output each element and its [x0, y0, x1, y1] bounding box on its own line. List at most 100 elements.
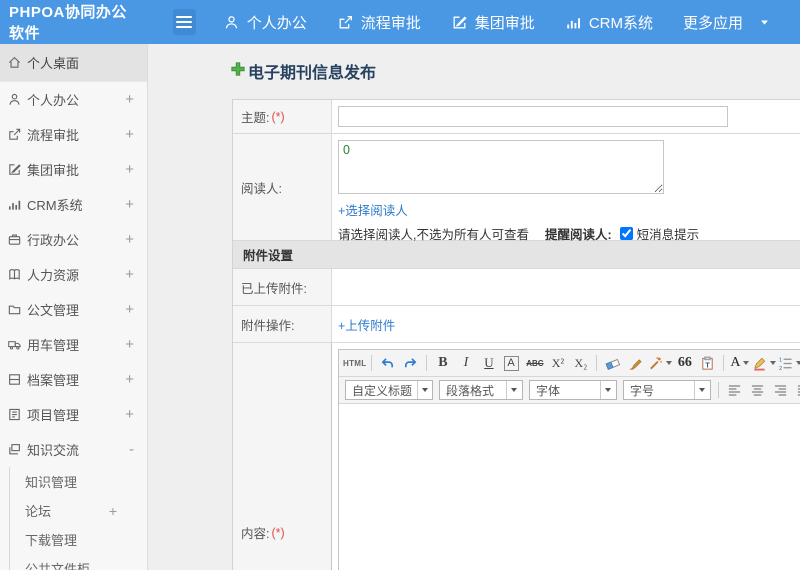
ordered-list-button[interactable]: 12 — [778, 353, 800, 374]
quick-format-button[interactable] — [648, 353, 673, 374]
sidebar-item[interactable]: 个人办公 + — [0, 82, 147, 117]
fontsize-select[interactable]: 字号 — [623, 380, 711, 400]
expand-plus-icon[interactable]: + — [125, 126, 134, 143]
sidebar-item-label: 集团审批 — [27, 163, 80, 178]
sidebar-item[interactable]: 流程审批 + — [0, 117, 147, 152]
sidebar-subitem[interactable]: 论坛 + — [9, 496, 147, 525]
font-color-button[interactable]: A — [729, 353, 750, 374]
top-nav-item[interactable]: 集团审批 — [451, 12, 535, 33]
sidebar-item[interactable]: 项目管理 + — [0, 397, 147, 432]
expand-plus-icon[interactable]: + — [125, 336, 134, 353]
sidebar-subitem[interactable]: 公共文件柜 — [9, 554, 147, 570]
top-nav-item[interactable]: CRM系统 — [565, 12, 653, 33]
eraser-button[interactable] — [602, 353, 623, 374]
svg-text:2: 2 — [779, 366, 782, 371]
top-nav-item[interactable]: 个人办公 — [223, 12, 307, 33]
editor-toolbar-row1: HTML B I U A ABC X² X₂ 66 T A 1 2 — [339, 350, 800, 377]
reader-label: 阅读人: — [241, 181, 282, 196]
strikethrough-button[interactable]: ABC — [524, 353, 545, 374]
toolbar-separator — [718, 382, 719, 398]
bar-chart-icon — [7, 197, 23, 213]
sidebar-item[interactable]: 集团审批 + — [0, 152, 147, 187]
edit-square-icon — [451, 14, 468, 31]
underline-button[interactable]: U — [478, 353, 499, 374]
paste-plain-button[interactable]: T — [697, 353, 718, 374]
expand-plus-icon[interactable]: + — [125, 301, 134, 318]
required-mark: (*) — [271, 109, 285, 124]
board-icon — [7, 407, 23, 423]
align-right-button[interactable] — [770, 380, 791, 401]
top-nav-item[interactable]: 流程审批 — [337, 12, 421, 33]
sidebar-item[interactable]: 知识交流 - — [0, 432, 147, 467]
expand-plus-icon[interactable]: + — [125, 371, 134, 388]
upload-attachment-link[interactable]: +上传附件 — [338, 315, 395, 334]
expand-plus-icon[interactable]: + — [125, 91, 134, 108]
button-glyph: A — [504, 355, 520, 371]
menu-toggle-button[interactable] — [172, 9, 196, 35]
sidebar-subitem[interactable]: 知识管理 — [9, 467, 147, 496]
share-icon — [7, 127, 23, 143]
svg-text:1: 1 — [779, 357, 782, 363]
sidebar-item[interactable]: 个人桌面 — [0, 44, 147, 82]
caret-down-icon — [417, 381, 430, 399]
format-brush-button[interactable] — [625, 353, 646, 374]
reader-textarea[interactable]: 0 — [338, 140, 664, 194]
sms-remind-checkbox[interactable] — [619, 227, 633, 240]
collapse-minus-icon[interactable]: - — [129, 441, 134, 458]
button-glyph: ABC — [526, 358, 544, 368]
sidebar-item-label: 论坛 — [25, 504, 52, 519]
sidebar-subitem[interactable]: 下载管理 — [9, 525, 147, 554]
toolbar-separator — [596, 355, 598, 371]
paragraph-select[interactable]: 段落格式 — [439, 380, 523, 400]
attachment-section-header: 附件设置 — [233, 241, 800, 269]
sidebar-item[interactable]: 人力资源 + — [0, 257, 147, 292]
user-icon — [7, 92, 23, 108]
justify-button[interactable] — [793, 380, 800, 401]
sidebar-item[interactable]: CRM系统 + — [0, 187, 147, 222]
sidebar-item-label: 个人办公 — [27, 93, 80, 108]
editor-content-area[interactable] — [339, 404, 800, 570]
sidebar-item[interactable]: 公文管理 + — [0, 292, 147, 327]
edit-square-icon — [7, 162, 23, 178]
select-reader-link[interactable]: +选择阅读人 — [338, 200, 408, 219]
top-nav: 个人办公 流程审批 集团审批 CRM系统 更多应用 — [223, 12, 800, 33]
sidebar-item-label: 下载管理 — [25, 533, 78, 548]
italic-button[interactable]: I — [455, 353, 476, 374]
reader-hint: 请选择阅读人,不选为所有人可查看 — [338, 228, 529, 242]
required-mark: (*) — [271, 525, 285, 540]
expand-plus-icon[interactable]: + — [109, 503, 117, 519]
expand-plus-icon[interactable]: + — [125, 406, 134, 423]
home-icon — [7, 55, 23, 71]
blockquote-button[interactable]: 66 — [674, 353, 695, 374]
highlight-color-button[interactable] — [752, 353, 777, 374]
caret-down-icon — [770, 361, 777, 365]
top-nav-item[interactable]: 更多应用 — [683, 12, 770, 33]
sidebar-item[interactable]: 用车管理 + — [0, 327, 147, 362]
select-value: 段落格式 — [446, 383, 495, 398]
superscript-button[interactable]: X² — [547, 353, 568, 374]
sidebar-item[interactable]: 档案管理 + — [0, 362, 147, 397]
briefcase-icon — [7, 232, 23, 248]
bold-button[interactable]: B — [432, 353, 453, 374]
undo-button[interactable] — [377, 353, 398, 374]
expand-plus-icon[interactable]: + — [125, 266, 134, 283]
subject-input[interactable] — [338, 106, 728, 127]
expand-plus-icon[interactable]: + — [125, 231, 134, 248]
font-box-button[interactable]: A — [501, 353, 522, 374]
sidebar-item-label: 人力资源 — [27, 268, 80, 283]
eraser-icon — [605, 356, 621, 371]
expand-plus-icon[interactable]: + — [125, 196, 134, 213]
content-row: 内容: (*) HTML B I U A ABC X² X₂ 66 T A 1 2 自定义标题 段落格式字… — [233, 343, 800, 570]
caret-down-icon — [796, 361, 800, 365]
fontname-select[interactable]: 字体 — [529, 380, 617, 400]
heading-select[interactable]: 自定义标题 — [345, 380, 433, 400]
sidebar-item[interactable]: 行政办公 + — [0, 222, 147, 257]
source-button[interactable]: HTML — [343, 353, 366, 374]
caret-down-icon — [666, 361, 673, 365]
align-left-button[interactable] — [724, 380, 745, 401]
expand-plus-icon[interactable]: + — [125, 161, 134, 178]
caret-down-icon — [743, 361, 750, 365]
subscript-button[interactable]: X₂ — [570, 353, 591, 374]
redo-button[interactable] — [400, 353, 421, 374]
align-center-button[interactable] — [747, 380, 768, 401]
